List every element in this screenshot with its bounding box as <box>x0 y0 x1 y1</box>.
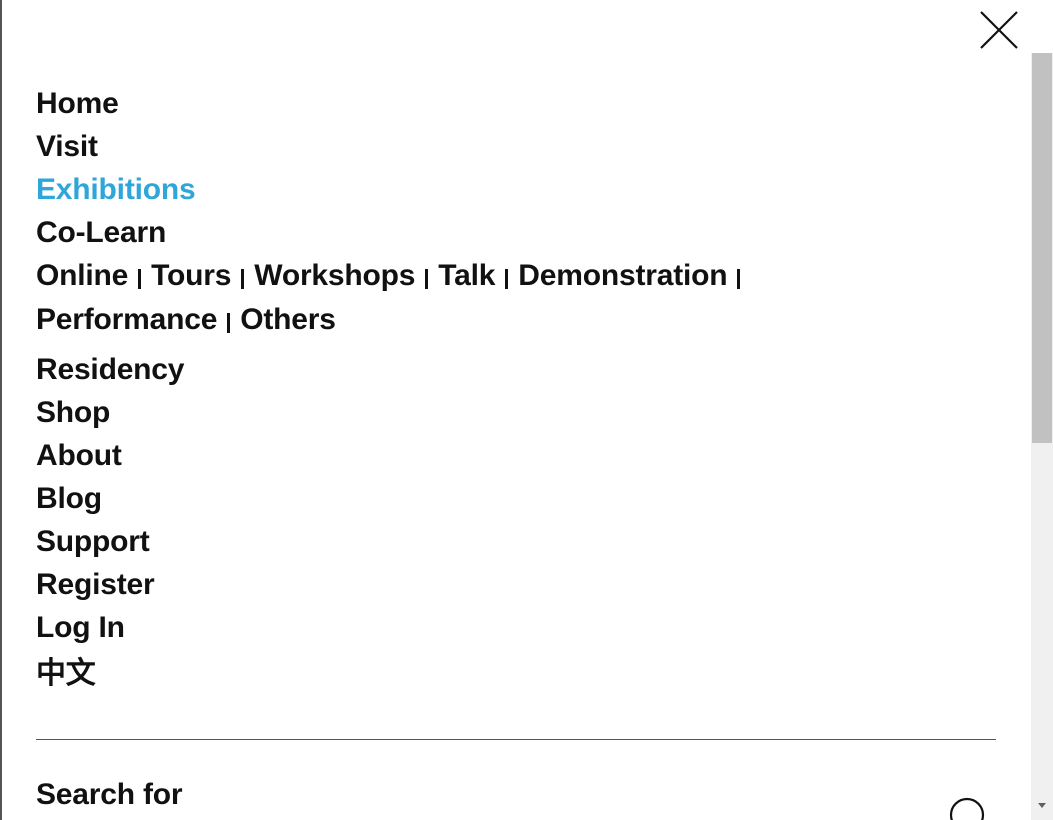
window-left-border <box>0 0 2 820</box>
sublink-online[interactable]: Online <box>36 254 128 298</box>
sublink-talk[interactable]: Talk <box>438 254 495 298</box>
sublink-others[interactable]: Others <box>240 298 336 342</box>
nav-item-residency[interactable]: Residency <box>36 348 996 391</box>
nav-item-support[interactable]: Support <box>36 520 996 563</box>
separator <box>227 313 231 333</box>
co-learn-sublinks: Online Tours Workshops Talk Demonstratio… <box>36 254 796 342</box>
nav-item-about[interactable]: About <box>36 434 996 477</box>
sublink-group-tours: Tours <box>151 254 254 298</box>
nav-item-exhibitions[interactable]: Exhibitions <box>36 168 996 211</box>
nav-item-shop[interactable]: Shop <box>36 391 996 434</box>
close-icon <box>980 11 1018 49</box>
sublink-group-others: Others <box>240 298 336 342</box>
main-navigation-menu: Home Visit Exhibitions Co-Learn Online T… <box>36 82 996 699</box>
separator <box>505 269 509 289</box>
sublink-workshops[interactable]: Workshops <box>254 254 415 298</box>
sublink-group-performance: Performance <box>36 298 240 342</box>
separator <box>425 269 429 289</box>
search-icon <box>949 797 985 820</box>
sublink-demonstration[interactable]: Demonstration <box>518 254 727 298</box>
nav-item-co-learn[interactable]: Co-Learn <box>36 211 996 254</box>
close-menu-button[interactable] <box>978 9 1020 51</box>
sublink-group-demonstration: Demonstration <box>518 254 750 298</box>
scrollbar-thumb[interactable] <box>1032 53 1052 443</box>
sublink-group-talk: Talk <box>438 254 518 298</box>
nav-item-register[interactable]: Register <box>36 563 996 606</box>
sublink-group-online: Online <box>36 254 151 298</box>
menu-divider <box>36 739 996 740</box>
vertical-scrollbar[interactable] <box>1031 53 1053 820</box>
sublink-performance[interactable]: Performance <box>36 298 217 342</box>
sublink-tours[interactable]: Tours <box>151 254 231 298</box>
scroll-down-arrow-icon[interactable] <box>1035 798 1049 812</box>
separator <box>138 269 142 289</box>
search-label: Search for <box>36 778 183 811</box>
nav-item-visit[interactable]: Visit <box>36 125 996 168</box>
sublink-group-workshops: Workshops <box>254 254 438 298</box>
search-button[interactable] <box>948 796 988 820</box>
nav-item-home[interactable]: Home <box>36 82 996 125</box>
nav-item-blog[interactable]: Blog <box>36 477 996 520</box>
separator <box>737 269 741 289</box>
nav-item-chinese-language[interactable]: 中文 <box>36 649 996 699</box>
nav-item-log-in[interactable]: Log In <box>36 606 996 649</box>
separator <box>241 269 245 289</box>
